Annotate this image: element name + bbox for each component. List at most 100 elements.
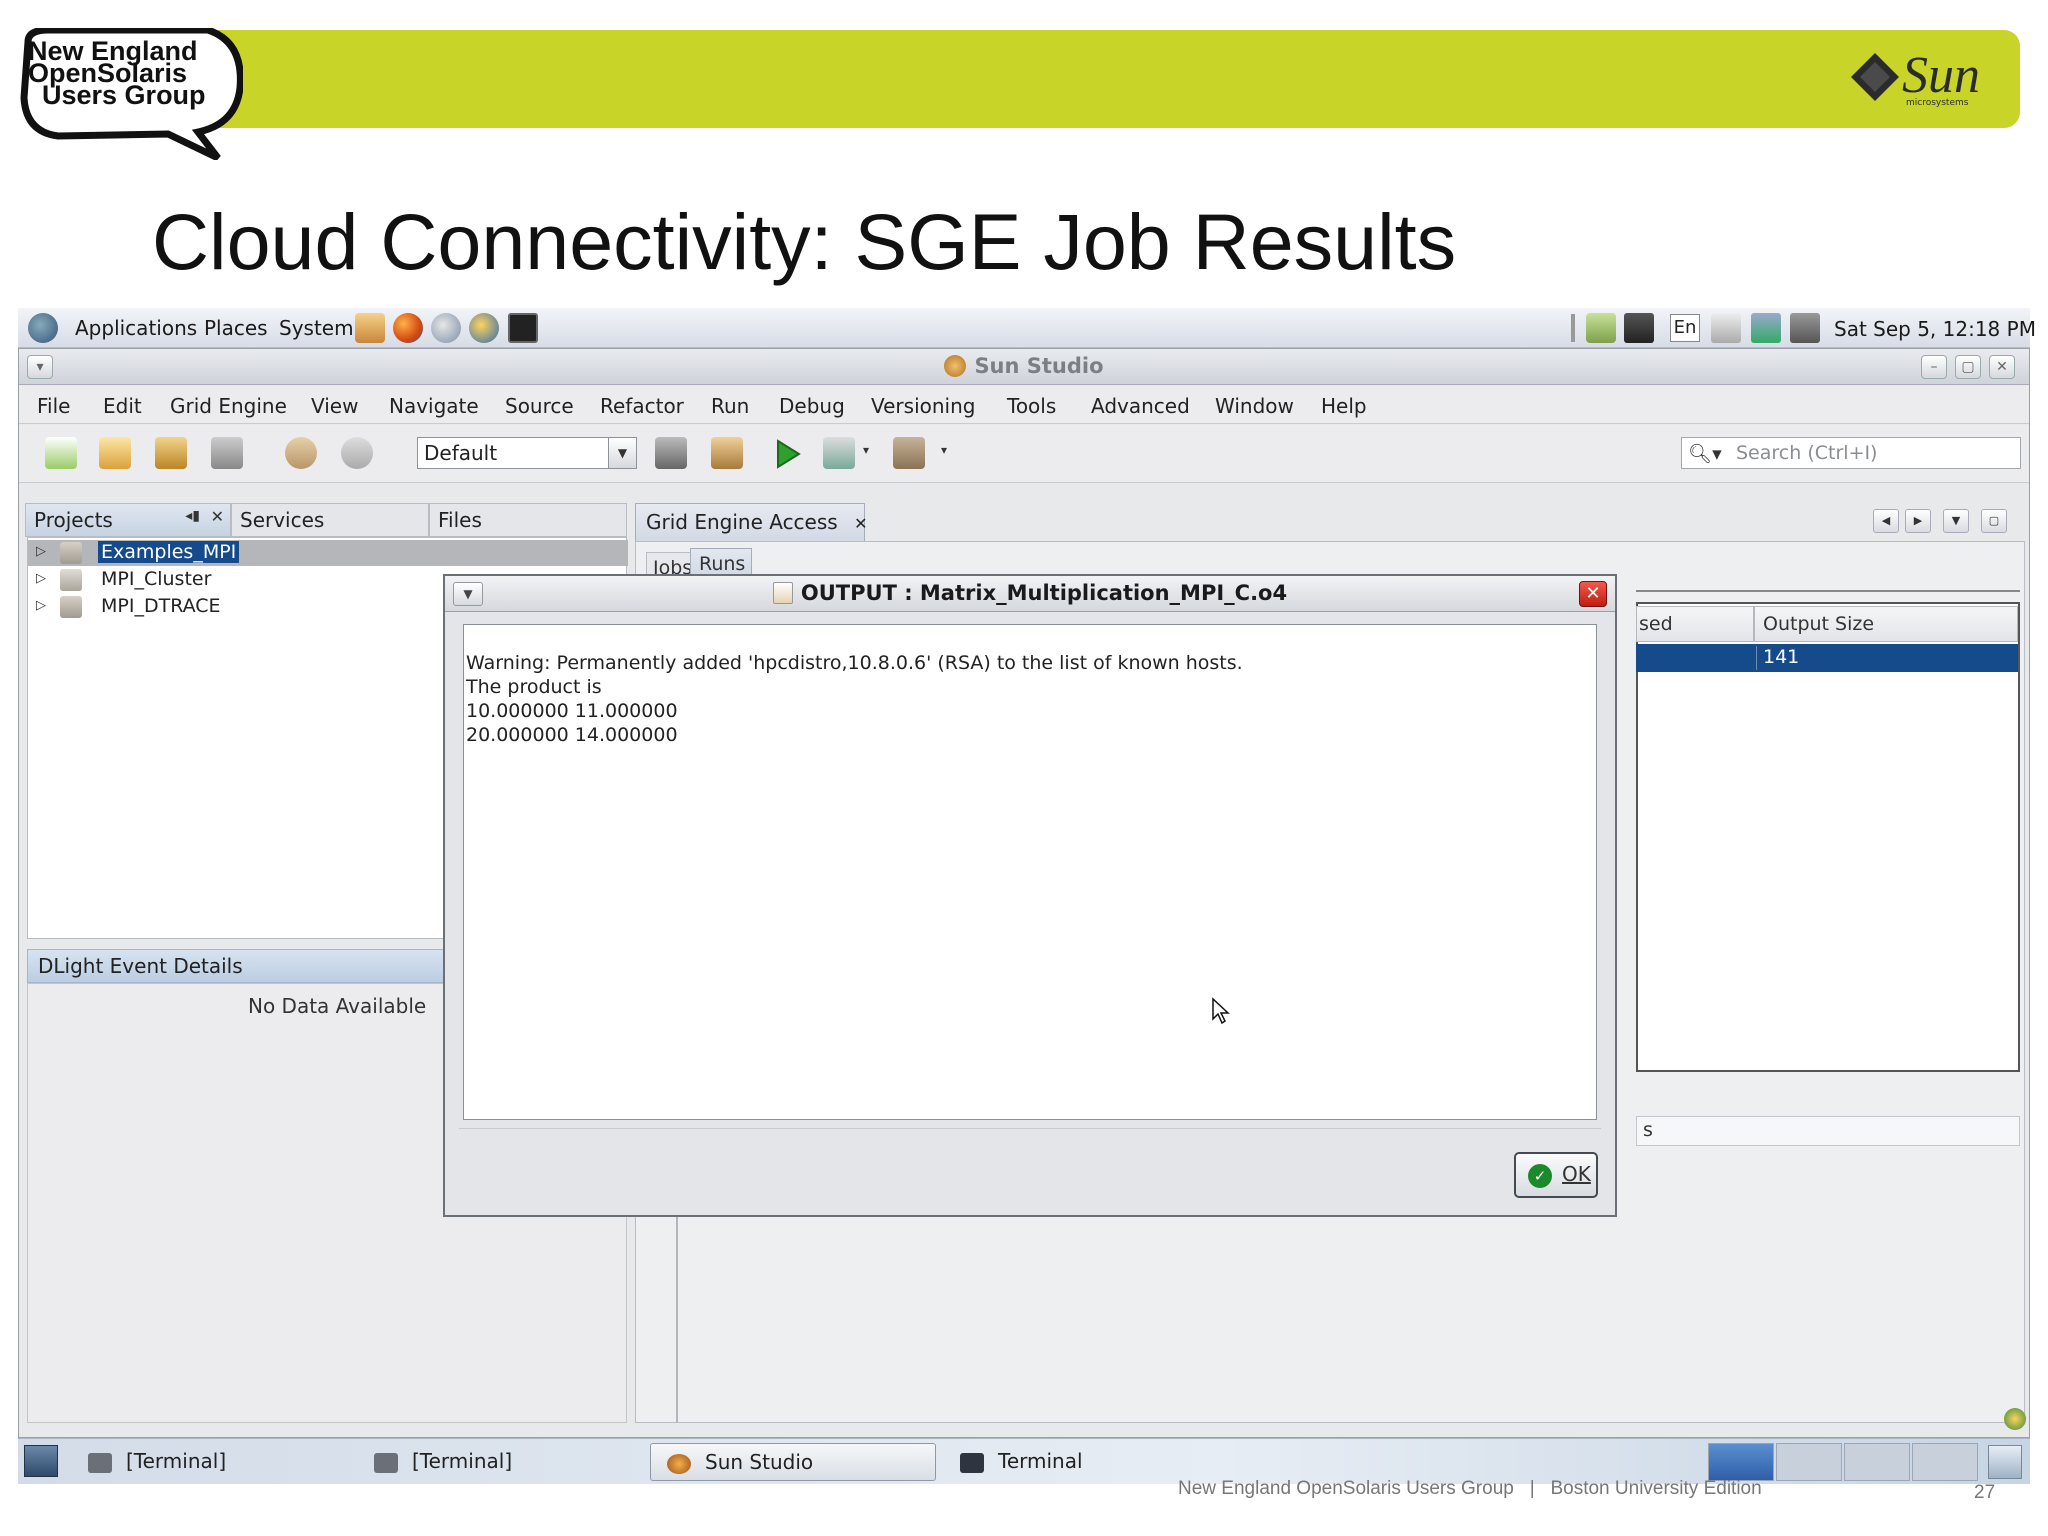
close-window-button[interactable]: ✕ bbox=[1989, 355, 2015, 379]
project-mpi-dtrace[interactable]: MPI_DTRACE bbox=[98, 595, 224, 617]
configuration-select[interactable]: Default ▼ bbox=[417, 437, 637, 469]
trash-icon[interactable] bbox=[1988, 1445, 2022, 1479]
lower-panel-header[interactable]: s bbox=[1636, 1116, 2020, 1146]
debug-icon[interactable] bbox=[823, 437, 855, 469]
menu-source[interactable]: Source bbox=[505, 394, 574, 418]
column-header-partial[interactable]: sed bbox=[1636, 606, 1754, 642]
menu-window[interactable]: Window bbox=[1215, 394, 1294, 418]
tab-services[interactable]: Services bbox=[231, 503, 429, 537]
show-desktop-icon[interactable] bbox=[24, 1445, 58, 1477]
ok-button[interactable]: ✓ OK bbox=[1514, 1152, 1598, 1198]
chevron-down-icon[interactable]: ▾ bbox=[941, 443, 947, 457]
menu-edit[interactable]: Edit bbox=[103, 394, 142, 418]
clean-build-icon[interactable] bbox=[711, 437, 743, 469]
output-size-cell: 141 bbox=[1756, 646, 2018, 670]
notification-icon[interactable] bbox=[2004, 1408, 2026, 1430]
menu-navigate[interactable]: Navigate bbox=[389, 394, 479, 418]
chevron-down-icon[interactable]: ▼ bbox=[608, 438, 636, 468]
dialog-titlebar[interactable]: ▼ OUTPUT : Matrix_Multiplication_MPI_C.o… bbox=[445, 576, 1615, 612]
workspace-1[interactable] bbox=[1708, 1443, 1774, 1481]
applications-menu[interactable]: Applications bbox=[75, 316, 197, 340]
scroll-left-icon[interactable]: ◀ bbox=[1873, 509, 1899, 533]
task-terminal-2[interactable]: [Terminal] bbox=[358, 1443, 638, 1481]
task-terminal-1[interactable]: [Terminal] bbox=[72, 1443, 352, 1481]
search-input[interactable]: 🔍︎▾ Search (Ctrl+I) bbox=[1681, 437, 2021, 469]
output-line: Warning: Permanently added 'hpcdistro,10… bbox=[466, 652, 1243, 674]
sun-diamond-icon bbox=[1851, 53, 1899, 101]
task-sun-studio[interactable]: Sun Studio bbox=[650, 1443, 936, 1481]
panel-clock[interactable]: Sat Sep 5, 12:18 PM bbox=[1834, 317, 2036, 341]
network-status-icon[interactable] bbox=[1751, 313, 1781, 343]
no-data-label: No Data Available bbox=[248, 994, 427, 1018]
menu-run[interactable]: Run bbox=[711, 394, 749, 418]
sun-studio-icon bbox=[944, 355, 967, 377]
profile-icon[interactable] bbox=[893, 437, 925, 469]
workspace-2[interactable] bbox=[1776, 1443, 1842, 1481]
tab-files[interactable]: Files bbox=[429, 503, 627, 537]
tab-projects[interactable]: Projects ◂▮ ✕ bbox=[25, 503, 231, 537]
build-hammer-icon[interactable] bbox=[655, 437, 687, 469]
column-header-output-size[interactable]: Output Size bbox=[1754, 606, 2018, 642]
tab-list-icon[interactable]: ▼ bbox=[1943, 509, 1969, 533]
project-icon bbox=[60, 569, 82, 591]
firefox-icon[interactable] bbox=[393, 313, 423, 343]
terminal-launcher-icon[interactable] bbox=[508, 313, 538, 343]
menu-versioning[interactable]: Versioning bbox=[871, 394, 975, 418]
network-monitor-icon[interactable] bbox=[1624, 313, 1654, 343]
redo-icon[interactable] bbox=[341, 437, 373, 469]
save-all-icon[interactable] bbox=[211, 437, 243, 469]
expand-arrow-icon[interactable]: ▷ bbox=[36, 598, 46, 613]
workspace-4[interactable] bbox=[1912, 1443, 1978, 1481]
mail-client-icon[interactable] bbox=[431, 313, 461, 343]
menu-advanced[interactable]: Advanced bbox=[1091, 394, 1190, 418]
project-mpi-cluster[interactable]: MPI_Cluster bbox=[98, 568, 214, 590]
open-project-icon[interactable] bbox=[155, 437, 187, 469]
volume-muted-icon[interactable] bbox=[1790, 313, 1820, 343]
window-titlebar[interactable]: ▾ Sun Studio – ▢ ✕ bbox=[19, 349, 2029, 385]
scroll-right-icon[interactable]: ▶ bbox=[1905, 509, 1931, 533]
maximize-panel-icon[interactable]: ▢ bbox=[1981, 509, 2007, 533]
close-icon[interactable]: ✕ bbox=[854, 514, 867, 533]
menu-tools[interactable]: Tools bbox=[1007, 394, 1056, 418]
expand-arrow-icon[interactable]: ▷ bbox=[36, 571, 46, 586]
update-notifier-icon[interactable] bbox=[1586, 313, 1616, 343]
output-line: The product is bbox=[466, 676, 602, 698]
menu-view[interactable]: View bbox=[311, 394, 358, 418]
sun-studio-icon bbox=[667, 1454, 691, 1474]
slide-title: Cloud Connectivity: SGE Job Results bbox=[152, 197, 1457, 286]
minimize-button[interactable]: – bbox=[1921, 355, 1947, 379]
run-icon[interactable] bbox=[775, 439, 801, 469]
new-project-icon[interactable] bbox=[99, 437, 131, 469]
new-file-icon[interactable] bbox=[45, 437, 77, 469]
output-text-area[interactable]: Warning: Permanently added 'hpcdistro,10… bbox=[463, 624, 1597, 1120]
home-icon[interactable] bbox=[355, 313, 385, 343]
maximize-button[interactable]: ▢ bbox=[1955, 355, 1981, 379]
main-toolbar: Default ▼ ▾ ▾ 🔍︎▾ Search (Ctrl+I) bbox=[19, 425, 2029, 483]
undo-icon[interactable] bbox=[285, 437, 317, 469]
close-icon[interactable]: ✕ bbox=[211, 507, 224, 526]
workspace-3[interactable] bbox=[1844, 1443, 1910, 1481]
web-browser-icon[interactable] bbox=[469, 313, 499, 343]
tree-row[interactable]: ▷ Examples_MPI bbox=[28, 540, 628, 566]
mouse-cursor-icon bbox=[1212, 997, 1230, 1025]
minimize-panel-icon[interactable]: ◂▮ bbox=[185, 508, 200, 524]
terminal-icon bbox=[960, 1453, 984, 1473]
expand-arrow-icon[interactable]: ▷ bbox=[36, 544, 46, 559]
places-menu[interactable]: Places bbox=[204, 316, 268, 340]
menu-grid-engine[interactable]: Grid Engine bbox=[170, 394, 287, 418]
gnome-foot-icon[interactable] bbox=[28, 313, 58, 343]
printer-icon[interactable] bbox=[1711, 313, 1741, 343]
search-icon: 🔍︎▾ bbox=[1688, 443, 1722, 465]
menu-file[interactable]: File bbox=[37, 394, 70, 418]
tab-grid-engine-access[interactable]: Grid Engine Access ✕ bbox=[635, 503, 867, 541]
system-menu[interactable]: System bbox=[279, 316, 354, 340]
menu-refactor[interactable]: Refactor bbox=[600, 394, 684, 418]
close-dialog-button[interactable]: ✕ bbox=[1579, 581, 1607, 607]
input-method-indicator[interactable]: En bbox=[1670, 314, 1700, 342]
project-examples-mpi[interactable]: Examples_MPI bbox=[98, 541, 240, 563]
menu-debug[interactable]: Debug bbox=[779, 394, 845, 418]
task-terminal-3[interactable]: Terminal bbox=[944, 1443, 1224, 1481]
menu-help[interactable]: Help bbox=[1321, 394, 1367, 418]
chevron-down-icon[interactable]: ▾ bbox=[863, 443, 869, 457]
panel-separator bbox=[1571, 314, 1575, 342]
